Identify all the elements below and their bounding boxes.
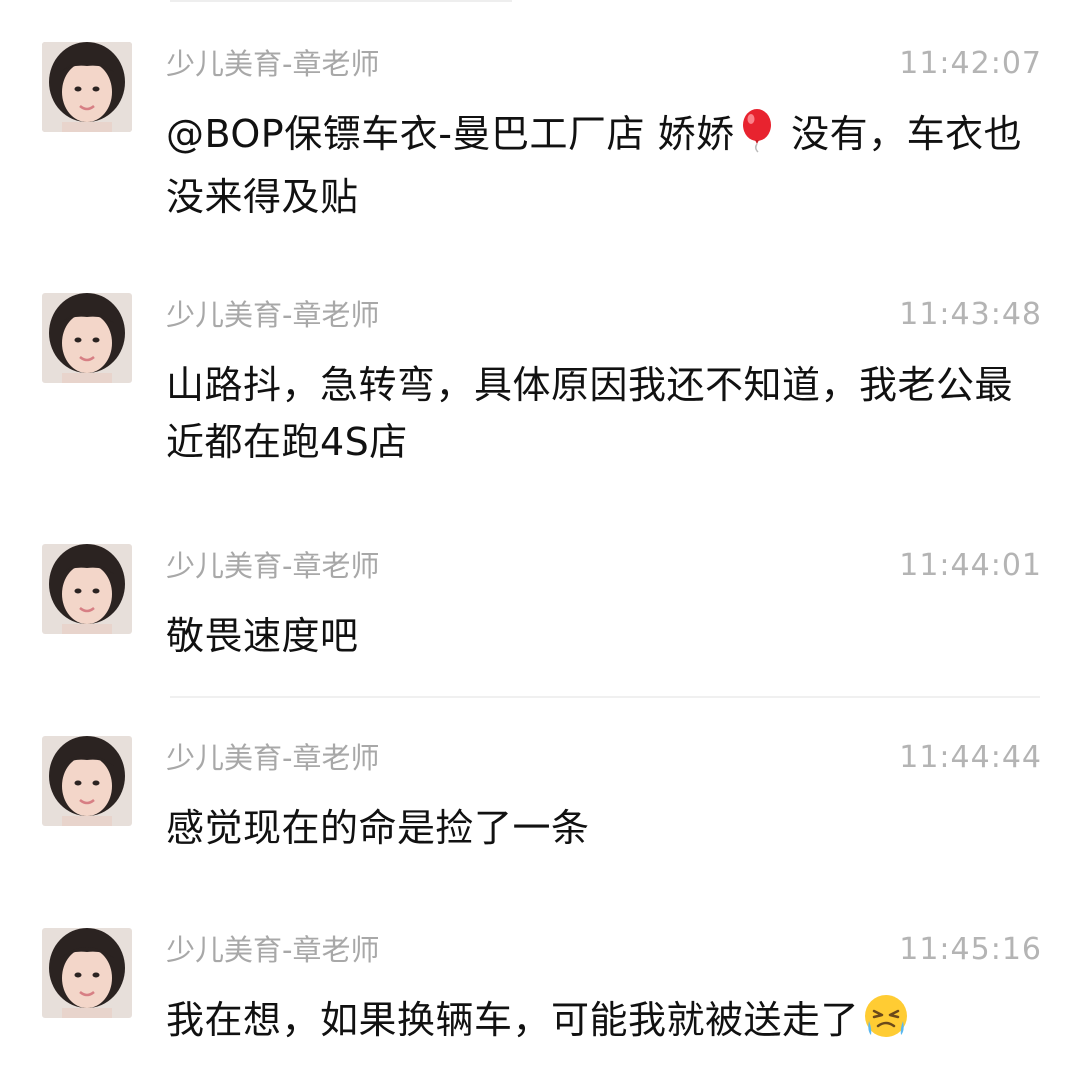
crying-face-icon [863,993,909,1055]
message-time: 11:44:44 [899,740,1042,775]
message-text: 山路抖，急转弯，具体原因我还不知道，我老公最近都在跑4S店 [166,363,1014,464]
sender-name: 少儿美育-章老师 [166,933,380,967]
avatar[interactable] [42,736,132,826]
message-text: 我在想，如果换辆车，可能我就被送走了 [166,992,1046,1055]
sender-name: 少儿美育-章老师 [166,298,380,332]
message-text: 感觉现在的命是捡了一条 [166,806,590,850]
message-time: 11:42:07 [899,46,1042,81]
avatar[interactable] [42,293,132,383]
message-text-part: 我在想，如果换辆车，可能我就被送走了 [166,998,860,1042]
avatar[interactable] [42,544,132,634]
sender-name: 少儿美育-章老师 [166,549,380,583]
sender-name: 少儿美育-章老师 [166,47,380,81]
message-text: 敬畏速度吧 [166,614,359,658]
message-text: @BOP保镖车衣-曼巴工厂店 娇娇 没有，车衣也没来得及贴 [166,106,1046,226]
message-time: 11:43:48 [899,297,1042,332]
message-divider [170,696,1040,698]
sender-name: 少儿美育-章老师 [166,741,380,775]
message-text-part: @BOP保镖车衣-曼巴工厂店 娇娇 [166,112,735,156]
message-time: 11:44:01 [899,548,1042,583]
top-divider [170,0,512,2]
message-time: 11:45:16 [899,932,1042,967]
balloon-icon [739,109,775,169]
avatar[interactable] [42,42,132,132]
avatar[interactable] [42,928,132,1018]
